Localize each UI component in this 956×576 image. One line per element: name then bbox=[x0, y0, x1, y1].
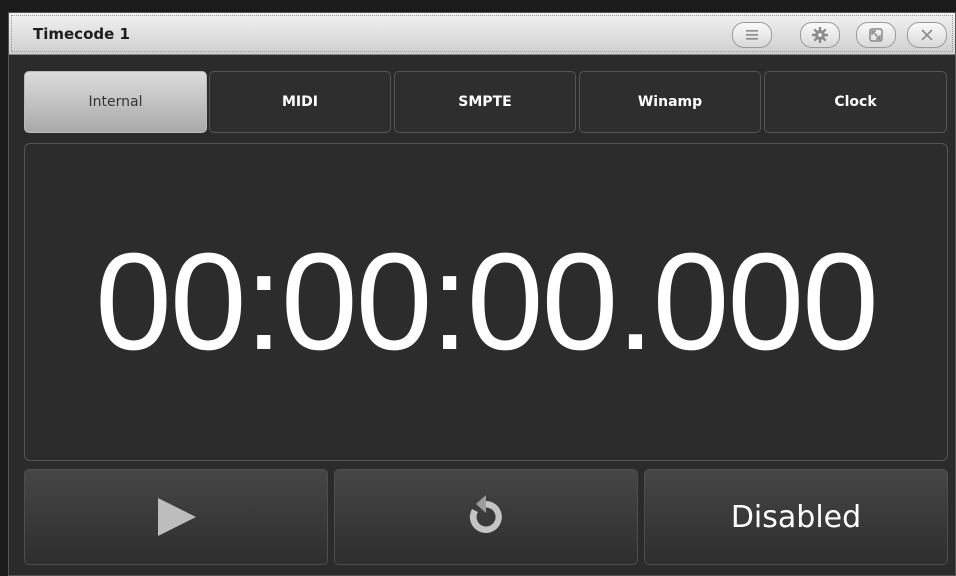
menu-icon bbox=[746, 30, 758, 40]
window-title: Timecode 1 bbox=[33, 25, 130, 43]
restore-icon bbox=[869, 28, 883, 42]
timecode-window: Timecode 1 Internal MIDI SMPTE Winamp Cl… bbox=[8, 12, 956, 576]
tab-winamp[interactable]: Winamp bbox=[579, 71, 761, 133]
gear-icon bbox=[812, 27, 828, 43]
tab-internal[interactable]: Internal bbox=[24, 71, 207, 133]
timecode-display: 00:00:00.000 bbox=[24, 143, 948, 461]
reset-icon bbox=[469, 495, 502, 533]
status-button[interactable]: Disabled bbox=[644, 469, 948, 565]
menu-button[interactable] bbox=[732, 22, 772, 48]
restore-button[interactable] bbox=[856, 22, 896, 48]
tab-smpte[interactable]: SMPTE bbox=[394, 71, 576, 133]
play-icon bbox=[158, 498, 196, 536]
title-bar[interactable]: Timecode 1 bbox=[9, 13, 955, 55]
play-button[interactable] bbox=[24, 469, 328, 565]
tab-clock[interactable]: Clock bbox=[764, 71, 947, 133]
status-label: Disabled bbox=[730, 499, 862, 535]
close-button[interactable] bbox=[907, 22, 947, 48]
reset-button[interactable] bbox=[334, 469, 638, 565]
timecode-value: 00:00:00.000 bbox=[95, 225, 879, 379]
settings-button[interactable] bbox=[800, 22, 840, 48]
tab-midi[interactable]: MIDI bbox=[209, 71, 391, 133]
close-icon bbox=[921, 29, 933, 41]
